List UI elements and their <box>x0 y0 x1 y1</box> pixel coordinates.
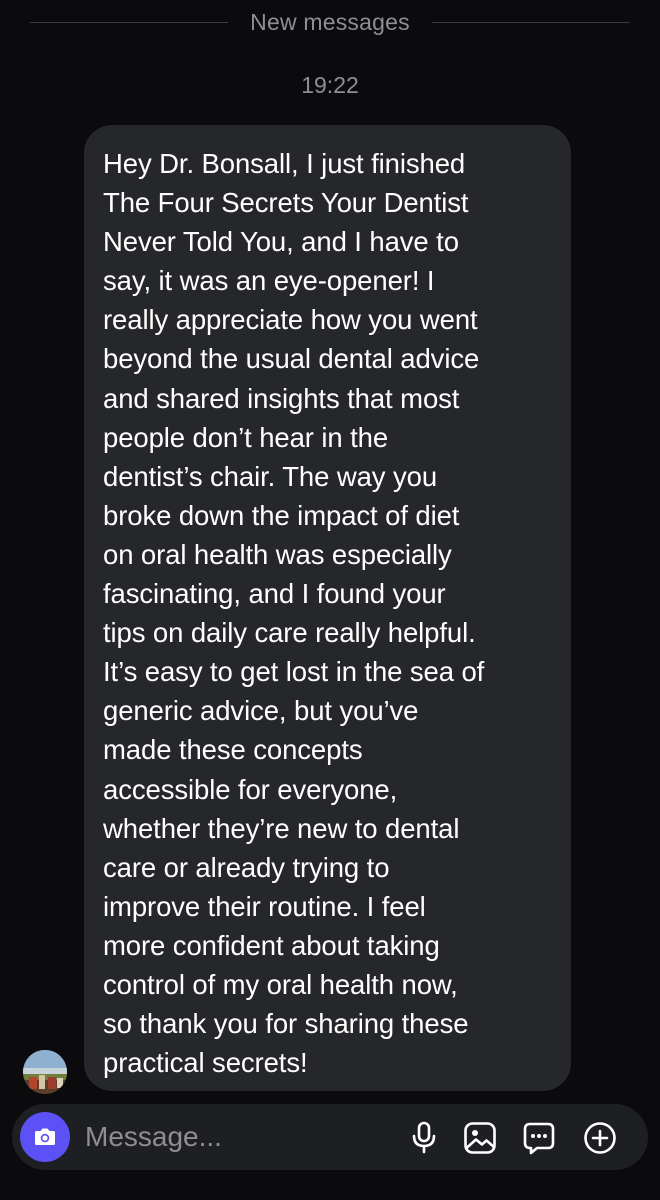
plus-circle-icon <box>584 1122 616 1154</box>
new-messages-label: New messages <box>250 8 410 35</box>
camera-icon <box>35 1128 55 1145</box>
message-composer: Message... <box>12 1104 648 1170</box>
divider-line-right <box>432 22 630 23</box>
avatar-image <box>23 1050 67 1094</box>
message-text: Hey Dr. Bonsall, I just finished The Fou… <box>103 148 485 1079</box>
sticker-icon <box>523 1122 555 1155</box>
camera-button[interactable] <box>20 1112 70 1162</box>
incoming-message-bubble[interactable]: Hey Dr. Bonsall, I just finished The Fou… <box>84 125 571 1091</box>
new-messages-divider: New messages <box>0 0 660 44</box>
dm-thread-screen: New messages 19:22 Hey Dr. Bonsall, I ju… <box>0 0 660 1200</box>
gallery-button[interactable] <box>463 1121 497 1155</box>
message-input[interactable]: Message... <box>85 1119 222 1155</box>
more-options-button[interactable] <box>583 1121 617 1155</box>
image-icon <box>464 1122 496 1154</box>
microphone-icon <box>412 1121 436 1154</box>
sticker-button[interactable] <box>522 1121 556 1155</box>
divider-line-left <box>30 22 228 23</box>
message-timestamp: 19:22 <box>301 72 359 98</box>
sender-avatar[interactable] <box>23 1050 67 1094</box>
microphone-button[interactable] <box>407 1121 441 1155</box>
